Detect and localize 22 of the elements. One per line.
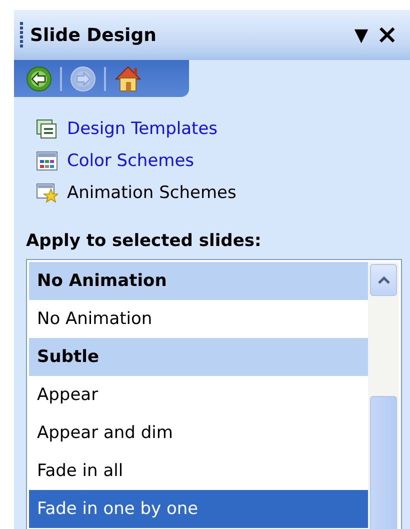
- close-button[interactable]: ×: [372, 20, 402, 50]
- list-item[interactable]: Appear and dim: [29, 414, 368, 452]
- color-scheme-icon: [36, 151, 58, 171]
- pane-title: Slide Design: [30, 24, 156, 46]
- back-icon[interactable]: [26, 66, 52, 92]
- section-label: Apply to selected slides:: [26, 231, 262, 251]
- task-link[interactable]: Animation Schemes: [67, 183, 236, 203]
- grip-icon[interactable]: [20, 22, 24, 48]
- task-link[interactable]: Color Schemes: [67, 151, 194, 171]
- scrollbar[interactable]: [368, 262, 399, 529]
- category-header: Subtle: [29, 338, 368, 376]
- star-slide-icon: [36, 183, 58, 203]
- list-item[interactable]: Appear: [29, 376, 368, 414]
- pane-menu-button[interactable]: ▼: [350, 24, 372, 46]
- category-header: No Animation: [29, 262, 368, 300]
- list-item[interactable]: Fade in one by one: [29, 490, 368, 528]
- list-item[interactable]: No Animation: [29, 300, 368, 338]
- list-item[interactable]: Fade in all: [29, 452, 368, 490]
- scroll-up-button[interactable]: [370, 264, 397, 296]
- home-icon[interactable]: [114, 64, 142, 92]
- task-link[interactable]: Design Templates: [67, 119, 218, 139]
- templates-icon: [36, 119, 58, 139]
